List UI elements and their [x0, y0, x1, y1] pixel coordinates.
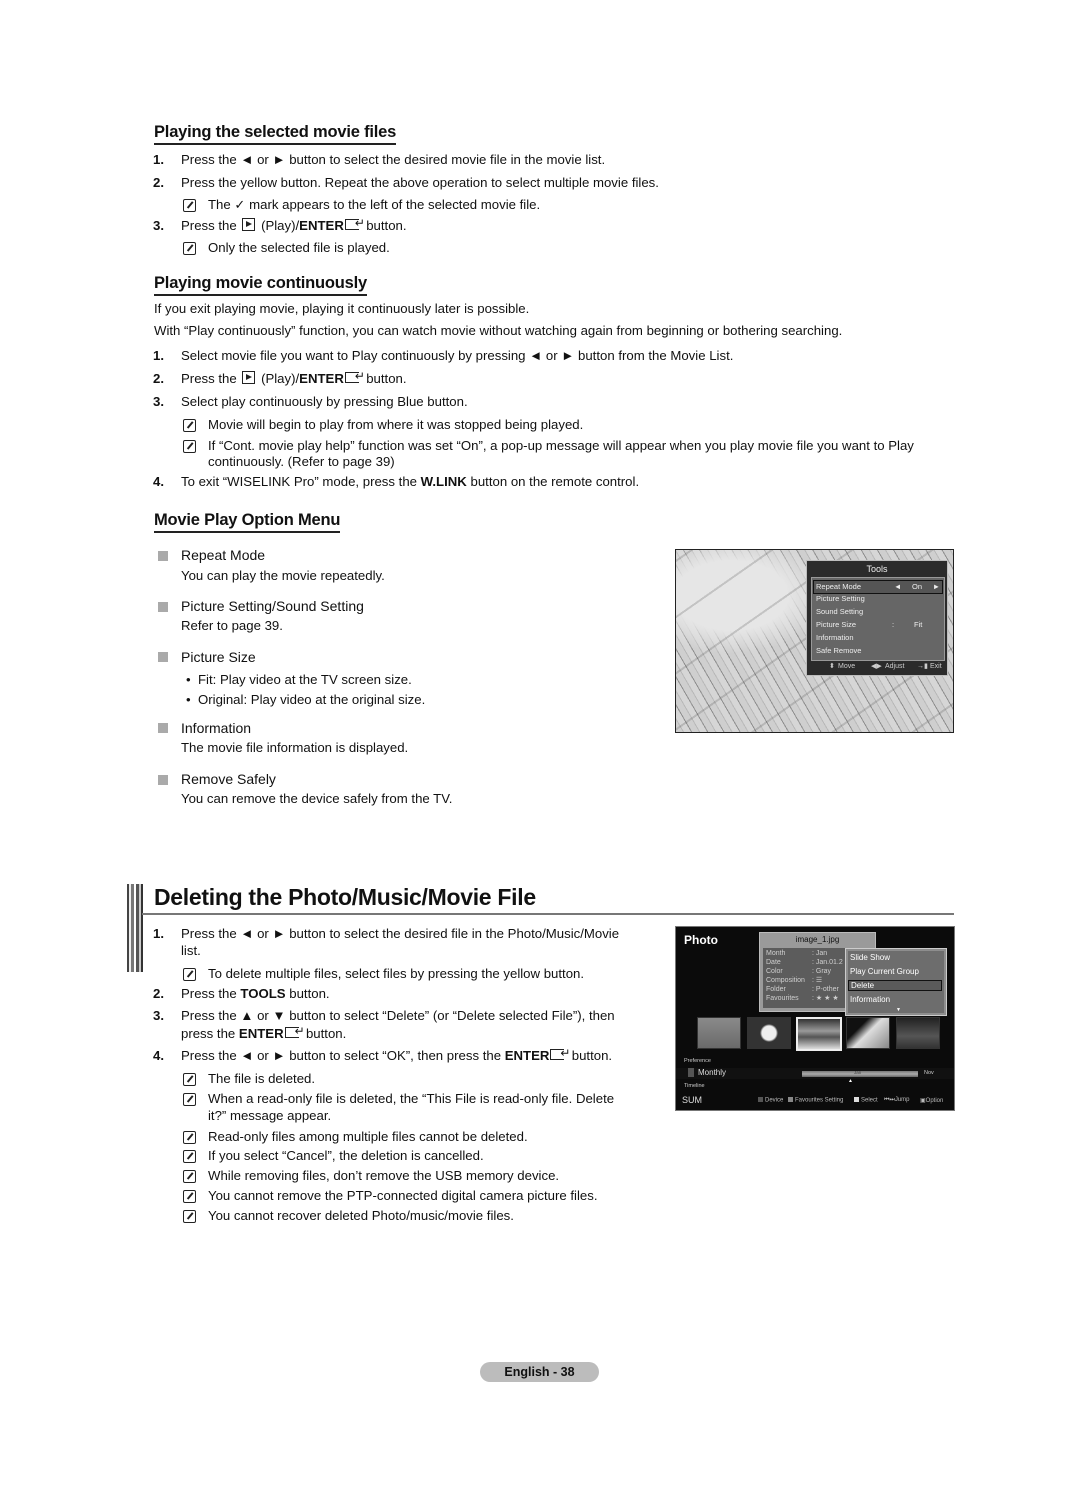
enter-icon [284, 1022, 305, 1040]
slider-label: Jan [854, 1070, 862, 1075]
legend-jump: ⏮⏭Jump [884, 1097, 910, 1103]
arrow-right-icon[interactable]: ► [933, 581, 940, 593]
play-button-icon [242, 371, 256, 384]
square-bullet-icon [158, 602, 168, 612]
tools-item-sound-setting[interactable]: Sound Setting [814, 606, 940, 618]
thumbnail-palm[interactable] [896, 1017, 940, 1049]
jump-icon: ⏮⏭ [884, 1097, 895, 1103]
adjust-icon: ◀▶ [871, 663, 882, 670]
note-continuation: it?” message appear. [208, 1108, 332, 1123]
menu-item-delete[interactable]: Delete [848, 980, 942, 991]
legend-device: Device [758, 1097, 783, 1104]
note-icon [183, 1131, 196, 1144]
section-title-playing-continuously: Playing movie continuously [154, 274, 367, 296]
square-bullet-icon [158, 652, 168, 662]
square-bullet-icon [158, 551, 168, 561]
note-icon [183, 1190, 196, 1203]
menu-item-information[interactable]: Information [850, 995, 890, 1004]
tools-item-picture-setting[interactable]: Picture Setting [814, 593, 940, 605]
thumbnail-sheep[interactable] [697, 1017, 741, 1049]
legend-option: ▣Option [920, 1098, 944, 1104]
red-button-icon [758, 1097, 763, 1102]
note-icon [183, 242, 196, 255]
option-title: Picture Setting/Sound Setting [181, 598, 364, 614]
movie-screenshot: Tools Repeat Mode ◄ On ► Picture Setting… [675, 549, 954, 733]
note-icon [183, 968, 196, 981]
note-icon [183, 199, 196, 212]
intro-text: With “Play continuously” function, you c… [154, 323, 843, 338]
photo-browser-screenshot: Photo image_1.jpg Month: Jan Date: Jan.0… [675, 926, 955, 1111]
enter-icon [344, 214, 365, 232]
option-title: Picture Size [181, 649, 256, 665]
option-desc: You can play the movie repeatedly. [181, 568, 385, 583]
photo-title: Photo [684, 933, 718, 947]
note-icon [183, 440, 196, 453]
play-button-icon [242, 218, 256, 231]
slider-end-label: Nov [924, 1070, 934, 1076]
thumbnail-mountain[interactable] [846, 1017, 890, 1049]
section-title-option-menu: Movie Play Option Menu [154, 511, 340, 533]
file-name: image_1.jpg [795, 935, 840, 944]
page-title: Deleting the Photo/Music/Movie File [154, 884, 536, 910]
move-icon: ⬍ [829, 663, 835, 670]
section-title-playing-selected: Playing the selected movie files [154, 123, 396, 145]
note-icon [183, 1073, 196, 1086]
context-menu: Slide Show Play Current Group Delete Inf… [845, 948, 947, 1016]
intro-text: If you exit playing movie, playing it co… [154, 301, 530, 316]
tools-footer: ⬍ Move ◀▶ Adjust →▮ Exit [807, 661, 947, 673]
menu-item-play-current-group[interactable]: Play Current Group [850, 967, 919, 976]
tools-item-repeat-mode[interactable]: Repeat Mode ◄ On ► [813, 580, 943, 594]
note-continuation: continuously. (Refer to page 39) [208, 454, 395, 469]
heading-side-bars [127, 884, 143, 972]
note-icon [183, 1210, 196, 1223]
thumbnail-seascape[interactable] [796, 1017, 842, 1051]
tools-title: Tools [866, 564, 888, 574]
thumbnail-flower[interactable] [747, 1017, 791, 1049]
option-title: Remove Safely [181, 771, 276, 787]
legend-select: Select [854, 1097, 878, 1104]
enter-icon [344, 367, 365, 385]
preference-label[interactable]: Preference [684, 1058, 711, 1064]
option-title: Repeat Mode [181, 547, 266, 563]
arrow-left-icon[interactable]: ◄ [894, 581, 901, 593]
title-divider [142, 913, 954, 915]
tools-item-safe-remove[interactable]: Safe Remove [814, 645, 940, 657]
timeline-label[interactable]: Timeline [684, 1083, 705, 1089]
option-desc: You can remove the device safely from th… [181, 791, 453, 806]
option-desc: The movie file information is displayed. [181, 740, 409, 755]
exit-icon: →▮ [917, 663, 928, 670]
enter-icon [550, 1044, 570, 1062]
square-bullet-icon [158, 723, 168, 733]
view-mode-indicator [688, 1068, 694, 1077]
tools-list: Repeat Mode ◄ On ► Picture Setting Sound… [811, 577, 945, 661]
checkmark-icon: ✓ [234, 197, 246, 212]
tools-item-information[interactable]: Information [814, 632, 940, 644]
option-desc: Refer to page 39. [181, 618, 283, 633]
yellow-button-icon [854, 1097, 859, 1102]
note-icon [183, 1093, 196, 1106]
tools-item-picture-size[interactable]: Picture Size : Fit [814, 619, 940, 631]
step-continuation: press the ENTER button. [181, 1022, 346, 1043]
tools-menu: Tools Repeat Mode ◄ On ► Picture Setting… [806, 560, 948, 676]
slider-position-icon: ▲ [848, 1078, 853, 1084]
view-mode[interactable]: Monthly [698, 1068, 726, 1077]
note-icon [183, 419, 196, 432]
legend-favourites: Favourites Setting [788, 1097, 843, 1104]
square-bullet-icon [158, 775, 168, 785]
step-continuation: list. [181, 943, 201, 958]
scroll-down-icon[interactable]: ▼ [896, 1007, 901, 1013]
sum-label: SUM [682, 1095, 702, 1105]
note-icon [183, 1150, 196, 1163]
note-icon [183, 1170, 196, 1183]
green-button-icon [788, 1097, 793, 1102]
page-number: English - 38 [480, 1362, 599, 1382]
option-title: Information [181, 720, 252, 736]
menu-item-slide-show[interactable]: Slide Show [850, 953, 890, 962]
